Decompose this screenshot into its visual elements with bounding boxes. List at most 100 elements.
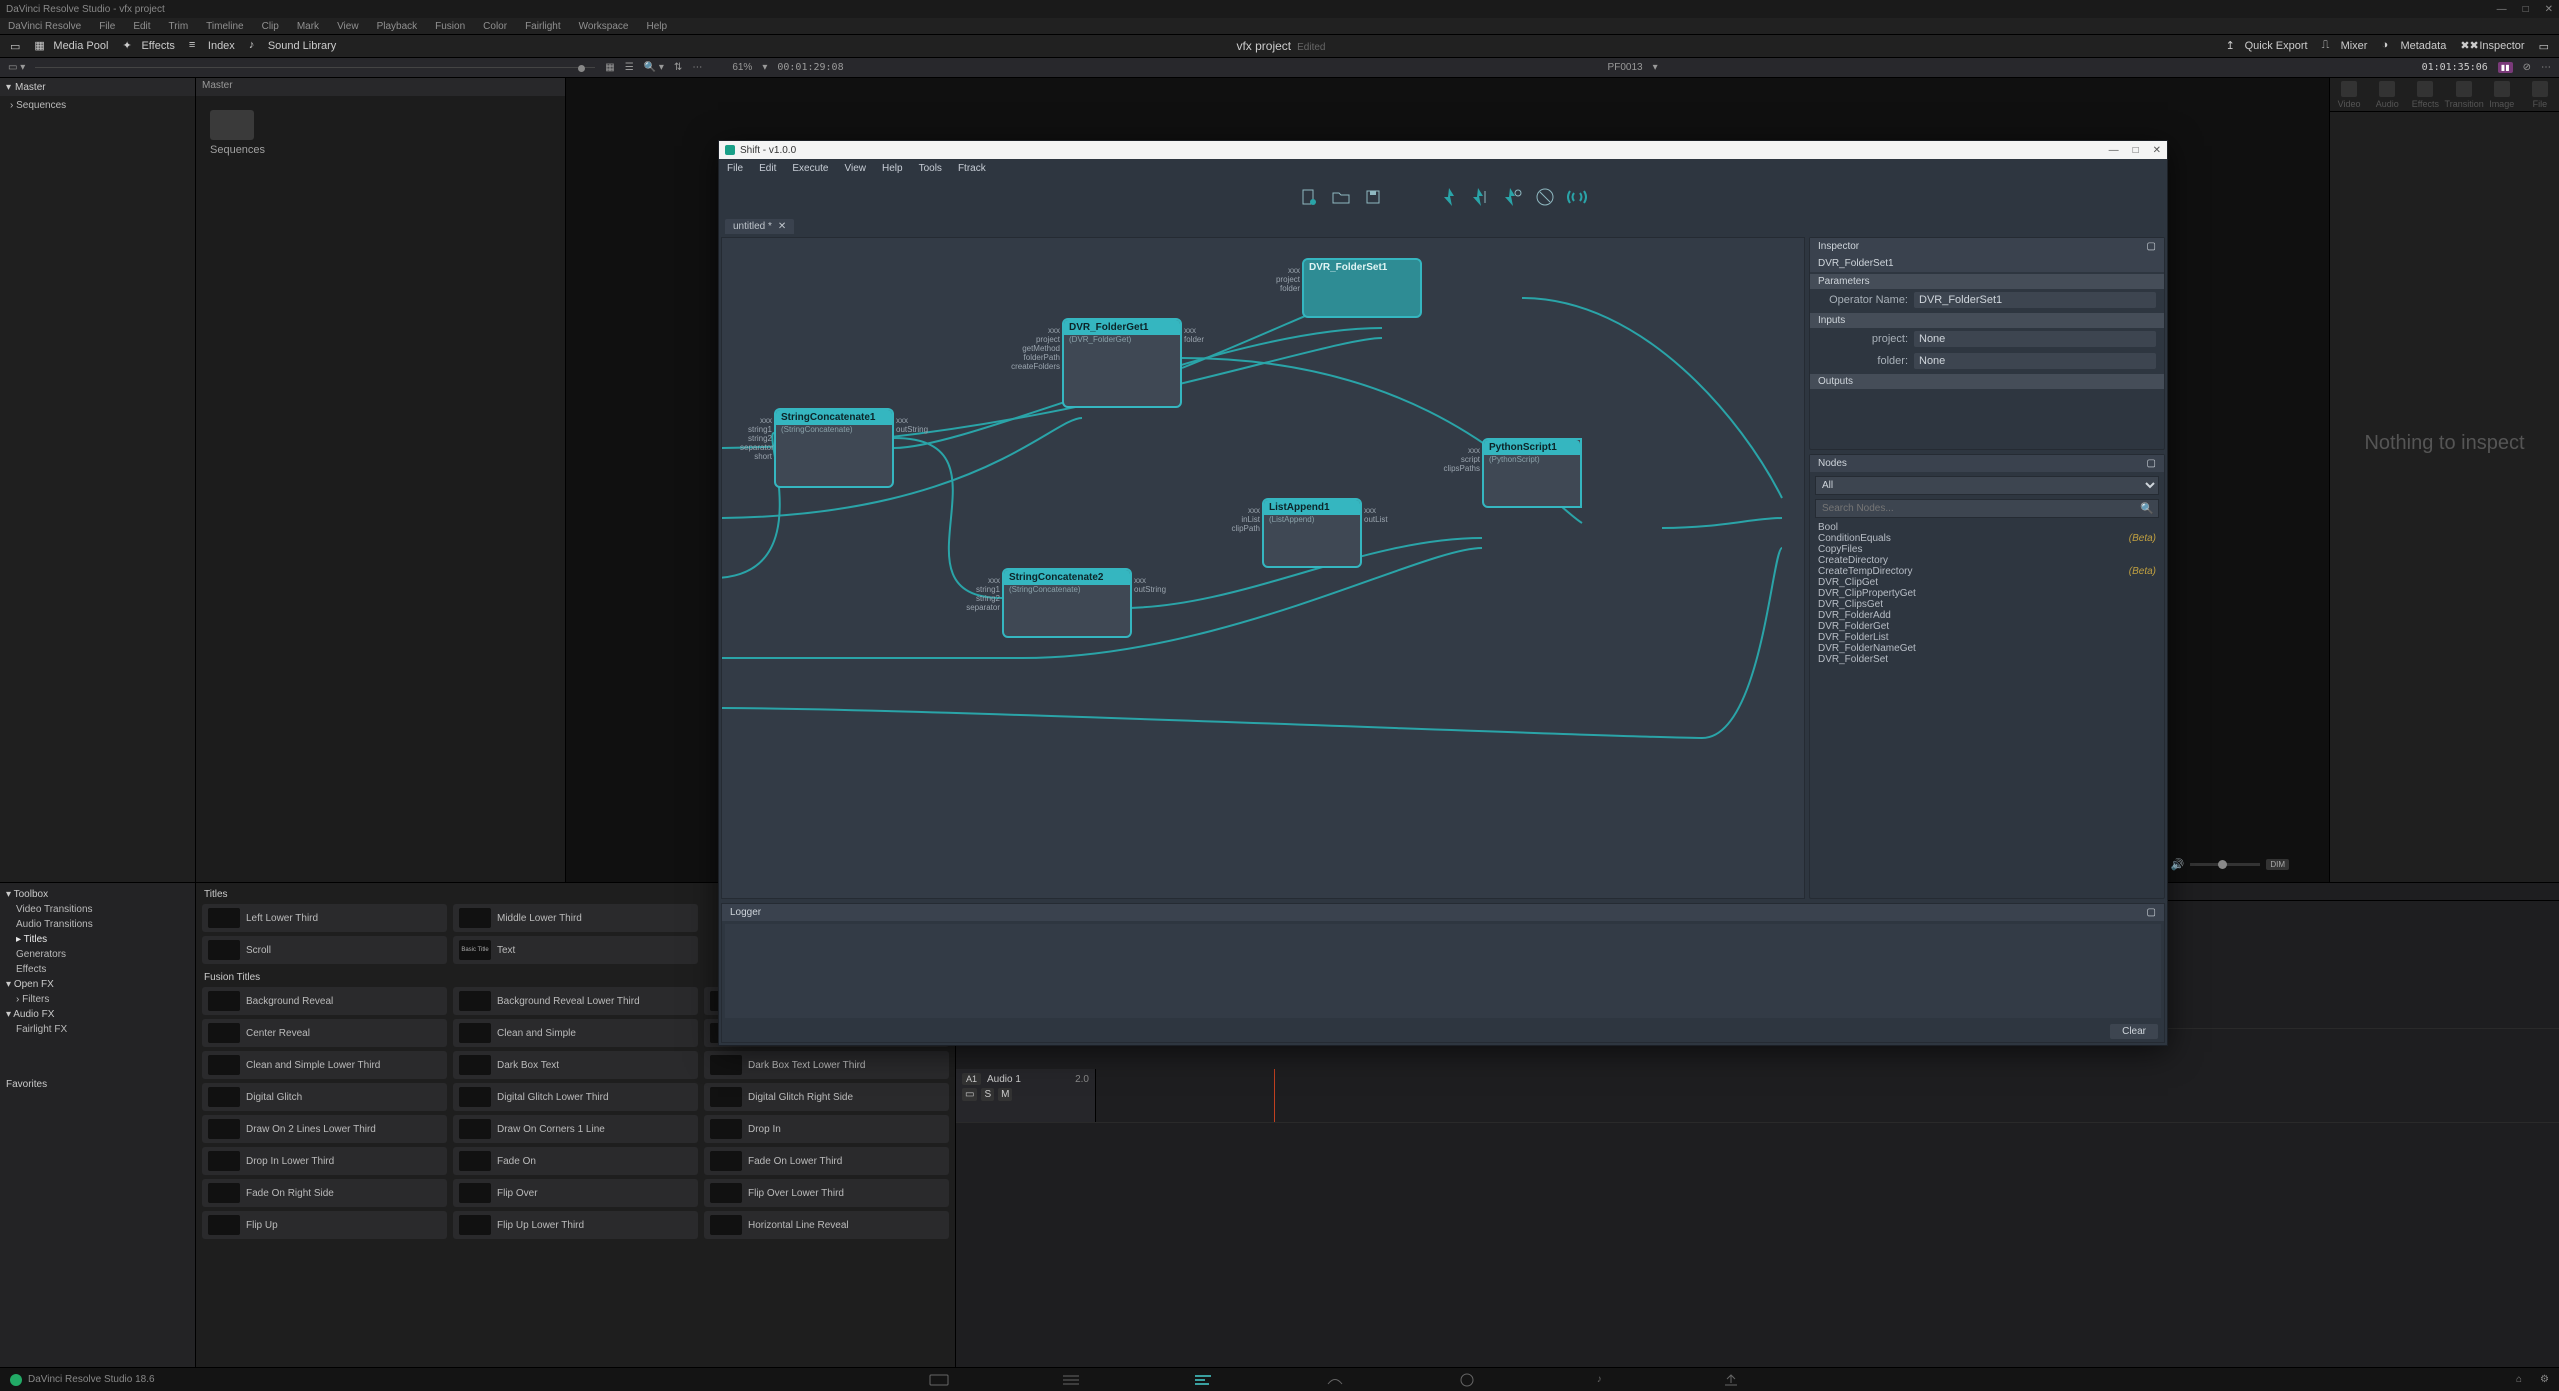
save-file-icon[interactable] — [1362, 186, 1384, 208]
cut-page-icon[interactable] — [1060, 1372, 1082, 1388]
node-catalog-item[interactable]: CreateDirectory — [1818, 555, 2156, 566]
node-catalog-item[interactable]: DVR_FolderGet — [1818, 621, 2156, 632]
menu-file[interactable]: File — [99, 21, 115, 32]
shift-menu-ftrack[interactable]: Ftrack — [958, 163, 986, 174]
execute-icon[interactable] — [1438, 186, 1460, 208]
marker-icon[interactable]: ▮▮ — [2498, 62, 2513, 73]
execute-selected-icon[interactable] — [1470, 186, 1492, 208]
inspector-tab-transition[interactable]: Transition — [2445, 81, 2483, 109]
sound-library-button[interactable]: ♪Sound Library — [249, 39, 337, 53]
node-catalog-item[interactable]: DVR_FolderNameGet — [1818, 643, 2156, 654]
shift-close-icon[interactable]: ✕ — [2153, 145, 2161, 156]
shift-titlebar[interactable]: Shift - v1.0.0 — □ ✕ — [719, 141, 2167, 159]
inspector-tab-effects[interactable]: Effects — [2406, 81, 2444, 109]
nodes-filter-select[interactable]: All — [1815, 476, 2159, 495]
audiofx-header[interactable]: ▾ Audio FX — [6, 1007, 189, 1022]
speaker-icon[interactable]: 🔊 — [2171, 858, 2185, 871]
fairlight-page-icon[interactable]: ♪ — [1588, 1372, 1610, 1388]
inspector-tab-audio[interactable]: Audio — [2368, 81, 2406, 109]
fusion-title-item[interactable]: Dark Box Text Lower Third — [704, 1051, 949, 1079]
shift-maximize-icon[interactable]: □ — [2133, 145, 2139, 156]
menu-mark[interactable]: Mark — [297, 21, 319, 32]
inspector-tab-video[interactable]: Video — [2330, 81, 2368, 109]
media-page-icon[interactable] — [928, 1372, 950, 1388]
node-catalog-item[interactable]: DVR_ClipPropertyGet — [1818, 588, 2156, 599]
fusion-title-item[interactable]: Fade On Lower Third — [704, 1147, 949, 1175]
fx-item-video-transitions[interactable]: Video Transitions — [6, 902, 189, 917]
shift-menu-execute[interactable]: Execute — [792, 163, 828, 174]
fx-item-audio-transitions[interactable]: Audio Transitions — [6, 917, 189, 932]
node-catalog-item[interactable]: CreateTempDirectory(Beta) — [1818, 566, 2156, 577]
node-catalog-item[interactable]: DVR_ClipsGet — [1818, 599, 2156, 610]
fusion-title-item[interactable]: Background Reveal — [202, 987, 447, 1015]
home-icon[interactable]: ⌂ — [2516, 1374, 2522, 1385]
title-item[interactable]: Basic TitleText — [453, 936, 698, 964]
fusion-title-item[interactable]: Background Reveal Lower Third — [453, 987, 698, 1015]
menu-fusion[interactable]: Fusion — [435, 21, 465, 32]
node-stringconcatenate2[interactable]: StringConcatenate2 (StringConcatenate) — [1002, 568, 1132, 638]
audio-track-header[interactable]: A1Audio 12.0 ▭ S M — [956, 1069, 1096, 1122]
fairlightfx-item[interactable]: Fairlight FX — [6, 1022, 189, 1037]
index-button[interactable]: ≡Index — [189, 39, 235, 53]
inspector-tab-file[interactable]: File — [2521, 81, 2559, 109]
dim-button[interactable]: DIM — [2266, 859, 2289, 870]
menu-fairlight[interactable]: Fairlight — [525, 21, 561, 32]
sequences-folder[interactable]: Sequences — [210, 110, 254, 156]
title-item[interactable]: Left Lower Third — [202, 904, 447, 932]
fit-menu-icon[interactable]: ▭ ▾ — [8, 62, 25, 73]
edit-page-icon[interactable] — [1192, 1372, 1214, 1388]
shift-menu-edit[interactable]: Edit — [759, 163, 776, 174]
node-dvr-folderget1[interactable]: DVR_FolderGet1 (DVR_FolderGet) — [1062, 318, 1182, 408]
live-icon[interactable] — [1566, 186, 1588, 208]
grid-view-icon[interactable]: ▦ — [605, 62, 614, 73]
fusion-page-icon[interactable] — [1324, 1372, 1346, 1388]
effects-button[interactable]: ✦Effects — [122, 39, 174, 53]
options-icon[interactable]: ⋯ — [2541, 62, 2551, 73]
clip-id[interactable]: PF0013 — [1608, 62, 1643, 73]
fusion-title-item[interactable]: Center Reveal — [202, 1019, 447, 1047]
fusion-title-item[interactable]: Clean and Simple — [453, 1019, 698, 1047]
fusion-title-item[interactable]: Dark Box Text — [453, 1051, 698, 1079]
title-item[interactable]: Middle Lower Third — [453, 904, 698, 932]
node-dvr-folderset1[interactable]: DVR_FolderSet1 — [1302, 258, 1422, 318]
title-item[interactable]: Scroll — [202, 936, 447, 964]
shift-menu-view[interactable]: View — [845, 163, 867, 174]
menu-view[interactable]: View — [337, 21, 359, 32]
sequences-bin[interactable]: › Sequences — [10, 100, 185, 111]
volume-control[interactable]: 🔊 DIM — [2171, 858, 2289, 871]
new-file-icon[interactable] — [1298, 186, 1320, 208]
fusion-title-item[interactable]: Flip Up Lower Third — [453, 1211, 698, 1239]
fusion-title-item[interactable]: Draw On Corners 1 Line — [453, 1115, 698, 1143]
mixer-button[interactable]: ⎍Mixer — [2322, 39, 2368, 53]
fusion-title-item[interactable]: Flip Over Lower Third — [704, 1179, 949, 1207]
fusion-title-item[interactable]: Flip Over — [453, 1179, 698, 1207]
node-catalog-item[interactable]: Bool — [1818, 522, 2156, 533]
fusion-title-item[interactable]: Fade On Right Side — [202, 1179, 447, 1207]
search-icon[interactable]: 🔍 ▾ — [644, 62, 664, 73]
panel-menu-icon[interactable]: ▢ — [2147, 458, 2156, 469]
color-page-icon[interactable] — [1456, 1372, 1478, 1388]
maximize-icon[interactable]: □ — [2523, 4, 2529, 15]
fusion-title-item[interactable]: Drop In Lower Third — [202, 1147, 447, 1175]
node-catalog-item[interactable]: DVR_ClipGet — [1818, 577, 2156, 588]
sort-icon[interactable]: ⇅ — [674, 62, 682, 73]
fx-item-titles[interactable]: ▸ Titles — [6, 932, 189, 947]
node-catalog-item[interactable]: DVR_FolderAdd — [1818, 610, 2156, 621]
fusion-title-item[interactable]: Draw On 2 Lines Lower Third — [202, 1115, 447, 1143]
nodes-search-input[interactable] — [1815, 499, 2159, 518]
stop-icon[interactable] — [1534, 186, 1556, 208]
media-pool-button[interactable]: ▦Media Pool — [34, 39, 108, 53]
layout-toggle-icon[interactable]: ▭ — [10, 40, 20, 53]
shift-node-graph[interactable]: StringConcatenate1 (StringConcatenate) x… — [721, 237, 1805, 899]
operator-name-field[interactable]: DVR_FolderSet1 — [1914, 292, 2156, 308]
deliver-page-icon[interactable] — [1720, 1372, 1742, 1388]
open-file-icon[interactable] — [1330, 186, 1352, 208]
close-icon[interactable]: ✕ — [2545, 4, 2553, 15]
shift-minimize-icon[interactable]: — — [2109, 145, 2119, 156]
layout-right-toggle-icon[interactable]: ▭ — [2539, 40, 2549, 53]
list-view-icon[interactable]: ☰ — [625, 62, 634, 73]
shift-workflow-tab[interactable]: untitled *✕ — [725, 219, 794, 234]
quick-export-button[interactable]: ↥Quick Export — [2226, 39, 2308, 53]
clip-chevron-icon[interactable]: ▾ — [1653, 62, 1658, 73]
search-icon[interactable]: 🔍 — [2140, 502, 2154, 515]
